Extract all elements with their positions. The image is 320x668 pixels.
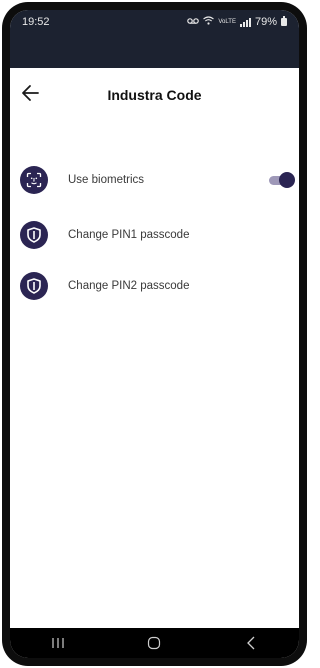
- list-item-label: Change PIN1 passcode: [68, 229, 190, 241]
- face-id-icon: [20, 166, 48, 194]
- toggle-knob: [279, 172, 295, 188]
- list-item-use-biometrics[interactable]: Use biometrics: [20, 163, 295, 197]
- status-bar: 19:52 VoLTE 79%: [10, 10, 299, 36]
- wifi-icon: [203, 16, 215, 28]
- biometrics-toggle[interactable]: [267, 172, 295, 188]
- list-item-label: Use biometrics: [68, 174, 145, 186]
- chevron-left-icon: [246, 636, 255, 650]
- system-nav-bar: [10, 628, 299, 658]
- battery-percent: 79%: [254, 16, 277, 28]
- list-item-change-pin2[interactable]: Change PIN2 passcode: [20, 269, 295, 303]
- recent-apps-button[interactable]: [33, 631, 83, 655]
- list-item-change-pin1[interactable]: Change PIN1 passcode: [20, 218, 295, 252]
- settings-sheet: Industra Code Use biometrics Change PIN1…: [10, 68, 299, 634]
- device-frame: 19:52 VoLTE 79% Industra Code Use biomet…: [2, 2, 307, 666]
- status-icons: VoLTE 79%: [187, 16, 287, 28]
- list-item-label: Change PIN2 passcode: [68, 280, 190, 292]
- network-label: VoLTE: [218, 19, 236, 25]
- recent-apps-icon: [52, 638, 64, 648]
- battery-icon: [281, 16, 287, 26]
- shield-icon: [20, 272, 48, 300]
- voicemail-icon: [187, 16, 200, 28]
- phone: 19:52 VoLTE 79% Industra Code Use biomet…: [0, 0, 309, 668]
- home-icon: [148, 636, 161, 650]
- app-header: Industra Code: [10, 68, 299, 118]
- page-title: Industra Code: [107, 87, 202, 103]
- shield-icon: [20, 221, 48, 249]
- back-button[interactable]: [226, 631, 276, 655]
- signal-icon: [239, 17, 251, 27]
- status-time: 19:52: [22, 16, 50, 28]
- screen: 19:52 VoLTE 79% Industra Code Use biomet…: [10, 10, 299, 658]
- header-backdrop: [10, 36, 299, 68]
- home-button[interactable]: [129, 631, 179, 655]
